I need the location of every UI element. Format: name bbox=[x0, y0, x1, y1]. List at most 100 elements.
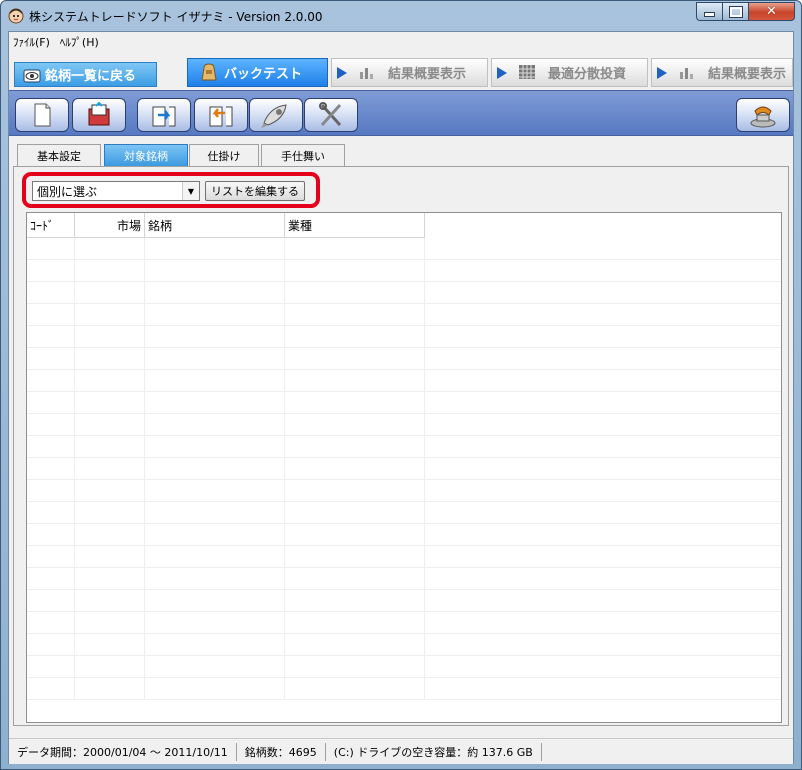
table-cell bbox=[27, 348, 75, 370]
menu-file[interactable]: ﾌｧｲﾙ(F) bbox=[9, 34, 56, 50]
arrow-right-icon bbox=[497, 67, 507, 79]
stock-table[interactable]: ｺｰﾄﾞ 市場 銘柄 業種 bbox=[26, 212, 782, 723]
table-cell bbox=[75, 524, 145, 546]
table-header: ｺｰﾄﾞ 市場 銘柄 業種 bbox=[27, 213, 425, 238]
export-icon bbox=[152, 106, 176, 127]
import-button[interactable] bbox=[194, 98, 248, 132]
table-row[interactable] bbox=[27, 546, 781, 568]
table-cell bbox=[75, 326, 145, 348]
table-cell bbox=[27, 414, 75, 436]
table-cell bbox=[285, 656, 425, 678]
table-cell bbox=[75, 458, 145, 480]
table-row[interactable] bbox=[27, 392, 781, 414]
table-row[interactable] bbox=[27, 282, 781, 304]
table-row[interactable] bbox=[27, 238, 781, 260]
tab-target-stocks[interactable]: 対象銘柄 bbox=[104, 144, 188, 166]
minimize-button[interactable] bbox=[696, 2, 723, 21]
column-header-code[interactable]: ｺｰﾄﾞ bbox=[27, 213, 75, 237]
table-cell bbox=[75, 414, 145, 436]
dropdown-arrow-button[interactable]: ▼ bbox=[182, 182, 199, 200]
tab-basic-settings[interactable]: 基本設定 bbox=[17, 144, 101, 166]
table-cell bbox=[27, 326, 75, 348]
table-cell bbox=[27, 656, 75, 678]
run-button[interactable] bbox=[249, 98, 303, 132]
tab-label: 銘柄一覧に戻る bbox=[45, 69, 137, 84]
table-cell bbox=[145, 634, 285, 656]
table-row[interactable] bbox=[27, 436, 781, 458]
table-row[interactable] bbox=[27, 568, 781, 590]
window-controls: ✕ bbox=[696, 2, 795, 22]
table-row[interactable] bbox=[27, 370, 781, 392]
table-cell bbox=[27, 634, 75, 656]
tools-icon bbox=[319, 102, 342, 127]
support-button[interactable] bbox=[736, 98, 790, 132]
menu-help[interactable]: ﾍﾙﾌﾟ(H) bbox=[56, 34, 105, 50]
table-cell bbox=[27, 590, 75, 612]
close-button[interactable]: ✕ bbox=[749, 2, 795, 21]
maximize-button[interactable] bbox=[723, 2, 749, 21]
table-cell bbox=[145, 590, 285, 612]
table-row[interactable] bbox=[27, 524, 781, 546]
app-window: 株システムトレードソフト イザナミ - Version 2.0.00 ✕ ﾌｧｲ… bbox=[0, 0, 802, 770]
table-cell bbox=[285, 348, 425, 370]
tab-label: 結果概要表示 bbox=[388, 67, 467, 82]
table-cell bbox=[285, 238, 425, 260]
tab-result-summary-2[interactable]: 結果概要表示 bbox=[651, 58, 793, 87]
table-cell bbox=[285, 370, 425, 392]
table-cell bbox=[75, 568, 145, 590]
table-row[interactable] bbox=[27, 260, 781, 282]
table-row[interactable] bbox=[27, 502, 781, 524]
tab-back-to-list[interactable]: 銘柄一覧に戻る bbox=[14, 62, 157, 87]
table-row[interactable] bbox=[27, 590, 781, 612]
table-row[interactable] bbox=[27, 304, 781, 326]
table-cell bbox=[145, 502, 285, 524]
app-icon bbox=[8, 8, 24, 24]
table-row[interactable] bbox=[27, 678, 781, 700]
window-title: 株システムトレードソフト イザナミ - Version 2.0.00 bbox=[29, 10, 323, 24]
table-cell bbox=[27, 304, 75, 326]
table-row[interactable] bbox=[27, 458, 781, 480]
title-bar[interactable]: 株システムトレードソフト イザナミ - Version 2.0.00 ✕ bbox=[1, 1, 801, 31]
table-row[interactable] bbox=[27, 634, 781, 656]
table-row[interactable] bbox=[27, 480, 781, 502]
tab-optimal-portfolio[interactable]: 最適分散投資 bbox=[491, 58, 648, 87]
table-cell bbox=[285, 414, 425, 436]
table-row[interactable] bbox=[27, 326, 781, 348]
column-header-market[interactable]: 市場 bbox=[75, 213, 145, 237]
table-cell bbox=[285, 304, 425, 326]
new-button[interactable] bbox=[15, 98, 69, 132]
settings-button[interactable] bbox=[304, 98, 358, 132]
tab-entry[interactable]: 仕掛け bbox=[189, 144, 259, 166]
sub-tab-strip: 基本設定 対象銘柄 仕掛け 手仕舞い bbox=[9, 144, 793, 166]
table-cell bbox=[145, 568, 285, 590]
tab-backtest[interactable]: バックテスト bbox=[187, 58, 328, 87]
table-cell bbox=[145, 348, 285, 370]
table-cell bbox=[285, 260, 425, 282]
selection-mode-dropdown[interactable]: 個別に選ぶ ▼ bbox=[32, 181, 200, 201]
table-row[interactable] bbox=[27, 612, 781, 634]
table-cell bbox=[27, 458, 75, 480]
table-cell bbox=[75, 656, 145, 678]
chevron-down-icon: ▼ bbox=[187, 186, 195, 196]
status-stock-count: 銘柄数：4695 bbox=[237, 742, 326, 761]
column-header-industry[interactable]: 業種 bbox=[285, 213, 425, 237]
grid-icon bbox=[519, 65, 535, 79]
tab-result-summary-1[interactable]: 結果概要表示 bbox=[331, 58, 488, 87]
table-row[interactable] bbox=[27, 414, 781, 436]
table-cell bbox=[27, 612, 75, 634]
table-row[interactable] bbox=[27, 348, 781, 370]
table-cell bbox=[27, 436, 75, 458]
client-area: ﾌｧｲﾙ(F) ﾍﾙﾌﾟ(H) 銘柄一覧に戻る バックテスト 結果概要表示 最適… bbox=[8, 31, 794, 764]
open-button[interactable] bbox=[72, 98, 126, 132]
column-header-name[interactable]: 銘柄 bbox=[145, 213, 285, 237]
export-button[interactable] bbox=[137, 98, 191, 132]
table-cell bbox=[75, 370, 145, 392]
import-icon bbox=[209, 106, 233, 127]
table-cell bbox=[285, 678, 425, 700]
tab-exit[interactable]: 手仕舞い bbox=[261, 144, 345, 166]
edit-list-button[interactable]: リストを編集する bbox=[205, 181, 305, 201]
table-cell bbox=[145, 612, 285, 634]
minimize-icon bbox=[704, 12, 715, 17]
table-row[interactable] bbox=[27, 656, 781, 678]
table-cell bbox=[285, 392, 425, 414]
